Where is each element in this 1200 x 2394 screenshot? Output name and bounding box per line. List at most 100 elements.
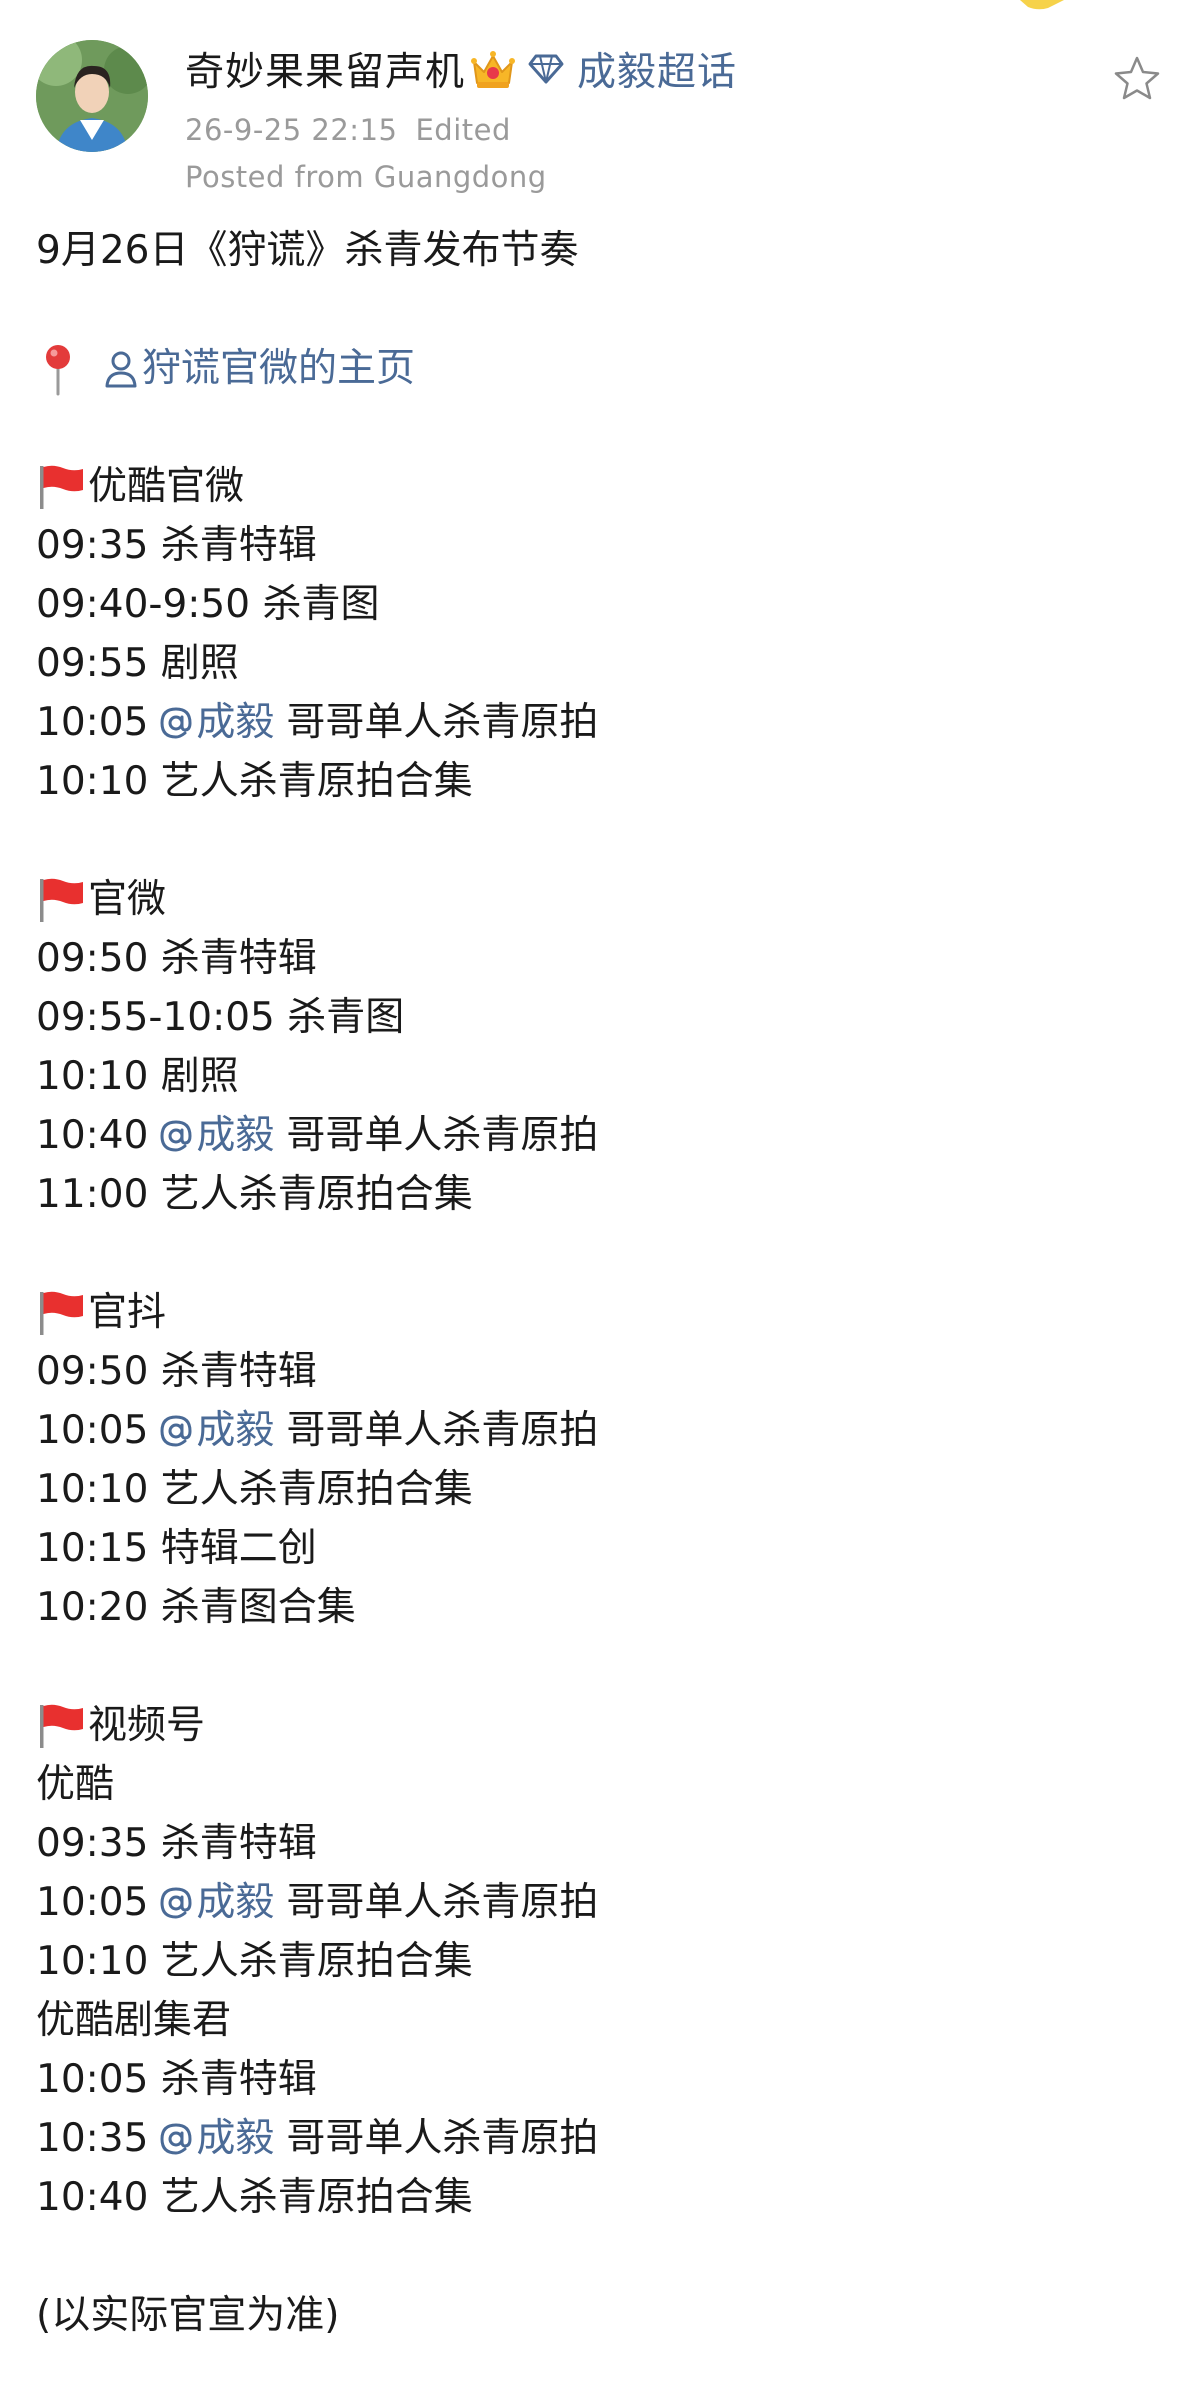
red-flag-icon bbox=[40, 465, 83, 509]
at-icon bbox=[160, 1414, 192, 1447]
schedule-line: 09:35 杀青特辑 bbox=[36, 516, 1166, 575]
schedule-line: 10:40 艺人杀青原拍合集 bbox=[36, 2168, 1166, 2227]
mention-link[interactable]: 成毅 bbox=[148, 2109, 274, 2168]
schedule-text: 10:10 剧照 bbox=[36, 1054, 239, 1099]
at-icon bbox=[160, 706, 192, 739]
schedule-line: 10:05 成毅 哥哥单人杀青原拍 bbox=[36, 693, 1166, 752]
schedule-line: 09:55 剧照 bbox=[36, 634, 1166, 693]
schedule-line: 10:35 成毅 哥哥单人杀青原拍 bbox=[36, 2109, 1166, 2168]
post-body: 9月26日《狩谎》杀青发布节奏 狩谎官微的主页 优酷官微 09:35 杀青特辑 09… bbox=[36, 221, 1166, 2345]
mention-name[interactable]: 成毅 bbox=[196, 1401, 274, 1460]
schedule-text: 09:50 杀青特辑 bbox=[36, 1349, 317, 1394]
section-title: 官微 bbox=[88, 877, 167, 922]
edited-label[interactable]: Edited bbox=[415, 113, 510, 147]
schedule-text: 优酷 bbox=[36, 1762, 115, 1807]
section-heading: 官微 bbox=[36, 870, 1166, 929]
pin-icon bbox=[46, 344, 70, 395]
schedule-line: 09:50 杀青特辑 bbox=[36, 929, 1166, 988]
schedule-text: 哥哥单人杀青原拍 bbox=[286, 1408, 599, 1453]
mention-link[interactable]: 成毅 bbox=[148, 1401, 274, 1460]
schedule-text: 10:15 特辑二创 bbox=[36, 1526, 317, 1571]
red-flag-icon bbox=[40, 878, 83, 922]
post-intro: 9月26日《狩谎》杀青发布节奏 bbox=[36, 228, 579, 273]
schedule-line: 09:35 杀青特辑 bbox=[36, 1814, 1166, 1873]
schedule-text: 09:35 杀青特辑 bbox=[36, 523, 317, 568]
author-row: 奇妙果果留声机 成毅超话 bbox=[185, 42, 737, 96]
section-heading: 视频号 bbox=[36, 1696, 1166, 1755]
schedule-text: 09:50 杀青特辑 bbox=[36, 936, 317, 981]
mention-name[interactable]: 成毅 bbox=[196, 693, 274, 752]
schedule-text: 11:00 艺人杀青原拍合集 bbox=[36, 1172, 473, 1217]
schedule-text: 哥哥单人杀青原拍 bbox=[286, 2116, 599, 2161]
post-timestamp: 26-9-25 22:15 bbox=[185, 113, 398, 147]
schedule-text: 09:55 剧照 bbox=[36, 641, 239, 686]
mention-link[interactable]: 成毅 bbox=[148, 693, 274, 752]
red-flag-icon bbox=[40, 1704, 83, 1748]
at-icon bbox=[160, 1886, 192, 1919]
at-icon bbox=[160, 2122, 192, 2155]
schedule-line: 10:15 特辑二创 bbox=[36, 1519, 1166, 1578]
schedule-line: 09:55-10:05 杀青图 bbox=[36, 988, 1166, 1047]
avatar[interactable] bbox=[36, 40, 148, 152]
mention-name[interactable]: 成毅 bbox=[196, 1106, 274, 1165]
schedule-line: 10:40 成毅 哥哥单人杀青原拍 bbox=[36, 1106, 1166, 1165]
section-title: 优酷官微 bbox=[88, 464, 245, 509]
author-name[interactable]: 奇妙果果留声机 bbox=[185, 41, 465, 97]
post-location: Posted from Guangdong bbox=[185, 160, 547, 194]
schedule-text: 10:10 艺人杀青原拍合集 bbox=[36, 1939, 473, 1984]
post-header: 奇妙果果留声机 成毅超话 26-9-25 22:15 Edited Posted … bbox=[0, 0, 1200, 215]
schedule-line: 09:50 杀青特辑 bbox=[36, 1342, 1166, 1401]
schedule-line: 10:10 艺人杀青原拍合集 bbox=[36, 1460, 1166, 1519]
footer-note: (以实际官宣为准) bbox=[36, 2293, 340, 2338]
schedule-text: 哥哥单人杀青原拍 bbox=[286, 1113, 599, 1158]
schedule-line: 优酷剧集君 bbox=[36, 1991, 1166, 2050]
decoration-icon bbox=[1020, 0, 1064, 10]
schedule-line: 优酷 bbox=[36, 1755, 1166, 1814]
schedule-text: 10:10 艺人杀青原拍合集 bbox=[36, 759, 473, 804]
schedule-time: 10:05 bbox=[36, 1880, 149, 1925]
schedule-text: 优酷剧集君 bbox=[36, 1998, 232, 2043]
schedule-line: 10:10 剧照 bbox=[36, 1047, 1166, 1106]
red-flag-icon bbox=[40, 1291, 83, 1335]
diamond-icon bbox=[528, 54, 564, 84]
section-heading: 官抖 bbox=[36, 1283, 1166, 1342]
mention-link[interactable]: 成毅 bbox=[148, 1106, 274, 1165]
schedule-time: 10:05 bbox=[36, 1408, 149, 1453]
schedule-line: 11:00 艺人杀青原拍合集 bbox=[36, 1165, 1166, 1224]
section-title: 视频号 bbox=[88, 1703, 206, 1748]
schedule-text: 10:20 杀青图合集 bbox=[36, 1585, 356, 1630]
schedule-text: 10:40 艺人杀青原拍合集 bbox=[36, 2175, 473, 2220]
schedule-text: 哥哥单人杀青原拍 bbox=[286, 1880, 599, 1925]
schedule-line: 10:20 杀青图合集 bbox=[36, 1578, 1166, 1637]
schedule-text: 09:35 杀青特辑 bbox=[36, 1821, 317, 1866]
post-meta: 26-9-25 22:15 Edited bbox=[185, 113, 511, 147]
schedule-line: 10:05 成毅 哥哥单人杀青原拍 bbox=[36, 1873, 1166, 1932]
section-title: 官抖 bbox=[88, 1290, 167, 1335]
location-link[interactable]: 狩谎官微的主页 bbox=[142, 339, 415, 398]
section-heading: 优酷官微 bbox=[36, 457, 1166, 516]
schedule-time: 10:05 bbox=[36, 700, 149, 745]
person-icon bbox=[105, 351, 137, 387]
location-line[interactable]: 狩谎官微的主页 bbox=[36, 339, 1166, 398]
mention-name[interactable]: 成毅 bbox=[196, 2109, 274, 2168]
schedule-time: 10:35 bbox=[36, 2116, 149, 2161]
schedule-line: 10:10 艺人杀青原拍合集 bbox=[36, 1932, 1166, 1991]
schedule-sections: 优酷官微 09:35 杀青特辑 09:40-9:50 杀青图 09:55 剧照 10:0… bbox=[36, 457, 1166, 2286]
topic-link[interactable]: 成毅超话 bbox=[577, 41, 737, 97]
schedule-text: 09:40-9:50 杀青图 bbox=[36, 582, 380, 627]
schedule-time: 10:40 bbox=[36, 1113, 149, 1158]
schedule-line: 10:05 杀青特辑 bbox=[36, 2050, 1166, 2109]
schedule-line: 10:10 艺人杀青原拍合集 bbox=[36, 752, 1166, 811]
mention-link[interactable]: 成毅 bbox=[148, 1873, 274, 1932]
at-icon bbox=[160, 1119, 192, 1152]
schedule-line: 09:40-9:50 杀青图 bbox=[36, 575, 1166, 634]
star-outline-icon[interactable] bbox=[1112, 54, 1162, 104]
mention-name[interactable]: 成毅 bbox=[196, 1873, 274, 1932]
schedule-line: 10:05 成毅 哥哥单人杀青原拍 bbox=[36, 1401, 1166, 1460]
